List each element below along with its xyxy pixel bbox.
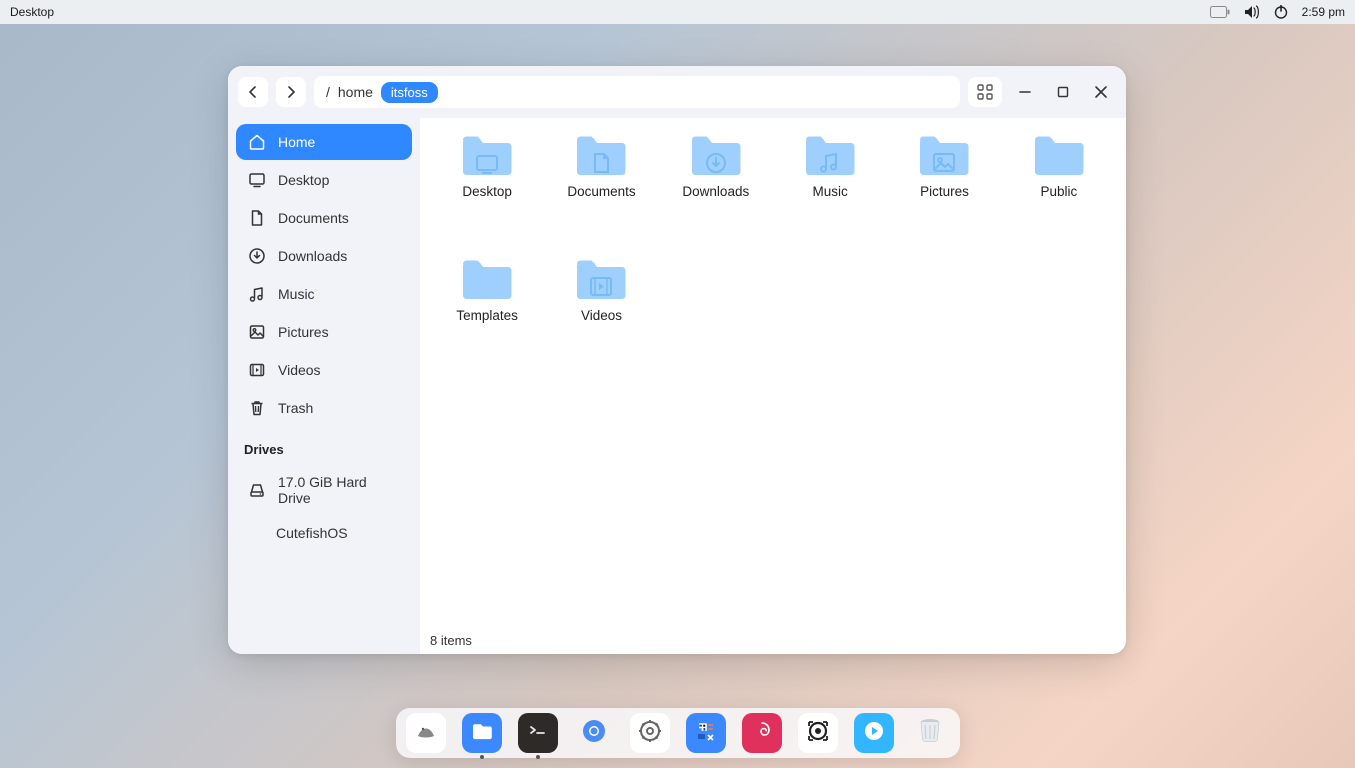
sidebar-item-desktop[interactable]: Desktop bbox=[236, 162, 412, 198]
folder-icon bbox=[459, 256, 515, 302]
dock-video-player[interactable] bbox=[854, 713, 894, 753]
folder-icon bbox=[573, 256, 629, 302]
folder-templates[interactable]: Templates bbox=[432, 256, 542, 376]
folder-videos[interactable]: Videos bbox=[546, 256, 656, 376]
maximize-button[interactable] bbox=[1048, 77, 1078, 107]
topbar-app-label: Desktop bbox=[10, 5, 54, 19]
drive-item[interactable]: 17.0 GiB Hard Drive bbox=[236, 465, 412, 515]
trash-icon bbox=[917, 716, 943, 751]
video-icon bbox=[248, 361, 266, 379]
view-mode-button[interactable] bbox=[968, 77, 1002, 107]
launcher-icon bbox=[413, 718, 439, 749]
folder-desktop[interactable]: Desktop bbox=[432, 132, 542, 252]
sidebar-item-documents[interactable]: Documents bbox=[236, 200, 412, 236]
folder-documents[interactable]: Documents bbox=[546, 132, 656, 252]
clock[interactable]: 2:59 pm bbox=[1302, 5, 1345, 19]
crumb-root[interactable]: / bbox=[326, 84, 330, 100]
sidebar-item-label: Music bbox=[278, 286, 315, 302]
folder-icon bbox=[802, 132, 858, 178]
sidebar-item-label: Desktop bbox=[278, 172, 329, 188]
dock-trash[interactable] bbox=[910, 713, 950, 753]
sidebar-item-label: Documents bbox=[278, 210, 349, 226]
folder-label: Desktop bbox=[462, 184, 512, 199]
disk-icon bbox=[248, 481, 266, 499]
sidebar-item-label: Pictures bbox=[278, 324, 329, 340]
doc-icon bbox=[248, 209, 266, 227]
monitor-icon bbox=[248, 171, 266, 189]
sidebar-item-music[interactable]: Music bbox=[236, 276, 412, 312]
home-icon bbox=[248, 133, 266, 151]
content-area: Desktop Documents Downloads Music Pictur… bbox=[420, 118, 1126, 654]
dock-screenshot[interactable] bbox=[798, 713, 838, 753]
drive-sub-item[interactable]: CutefishOS bbox=[236, 517, 412, 549]
folder-label: Documents bbox=[567, 184, 635, 199]
sidebar-item-downloads[interactable]: Downloads bbox=[236, 238, 412, 274]
video-player-icon bbox=[863, 720, 885, 747]
screenshot-icon bbox=[805, 718, 831, 749]
sidebar-item-videos[interactable]: Videos bbox=[236, 352, 412, 388]
folder-icon bbox=[916, 132, 972, 178]
desktop[interactable]: Desktop 2:59 pm / home bbox=[0, 0, 1355, 768]
music-icon bbox=[248, 285, 266, 303]
dock-calculator[interactable] bbox=[686, 713, 726, 753]
dock-debian[interactable] bbox=[742, 713, 782, 753]
volume-icon[interactable] bbox=[1244, 5, 1260, 19]
trash-icon bbox=[248, 399, 266, 417]
back-button[interactable] bbox=[238, 77, 268, 107]
folder-icon bbox=[573, 132, 629, 178]
folder-pictures[interactable]: Pictures bbox=[889, 132, 999, 252]
status-text: 8 items bbox=[430, 633, 472, 648]
minimize-button[interactable] bbox=[1010, 77, 1040, 107]
folder-label: Videos bbox=[581, 308, 622, 323]
topbar: Desktop 2:59 pm bbox=[0, 0, 1355, 24]
dock-terminal[interactable] bbox=[518, 713, 558, 753]
picture-icon bbox=[248, 323, 266, 341]
folder-label: Public bbox=[1040, 184, 1077, 199]
folder-public[interactable]: Public bbox=[1004, 132, 1114, 252]
sidebar-item-label: Trash bbox=[278, 400, 313, 416]
sidebar-item-label: Downloads bbox=[278, 248, 347, 264]
folder-icon bbox=[688, 132, 744, 178]
folder-music[interactable]: Music bbox=[775, 132, 885, 252]
dock-settings[interactable] bbox=[630, 713, 670, 753]
folder-grid[interactable]: Desktop Documents Downloads Music Pictur… bbox=[420, 118, 1126, 626]
crumb-home[interactable]: home bbox=[338, 84, 373, 100]
settings-icon bbox=[636, 717, 664, 750]
dock-browser[interactable] bbox=[574, 713, 614, 753]
folder-label: Music bbox=[813, 184, 848, 199]
folder-downloads[interactable]: Downloads bbox=[661, 132, 771, 252]
close-button[interactable] bbox=[1086, 77, 1116, 107]
battery-icon[interactable] bbox=[1210, 6, 1230, 18]
dock-launcher[interactable] bbox=[406, 713, 446, 753]
sidebar: Home Desktop Documents Downloads Music Pictur… bbox=[228, 118, 420, 654]
file-manager-window: / home itsfoss Home Desktop Documents Downl… bbox=[228, 66, 1126, 654]
debian-icon bbox=[751, 720, 773, 747]
folder-label: Templates bbox=[456, 308, 518, 323]
sidebar-item-trash[interactable]: Trash bbox=[236, 390, 412, 426]
status-bar: 8 items bbox=[420, 626, 1126, 654]
dock-files[interactable] bbox=[462, 713, 502, 753]
browser-icon bbox=[579, 716, 609, 751]
drive-label: 17.0 GiB Hard Drive bbox=[278, 474, 400, 506]
breadcrumb[interactable]: / home itsfoss bbox=[314, 76, 960, 108]
power-icon[interactable] bbox=[1274, 5, 1288, 19]
crumb-current[interactable]: itsfoss bbox=[381, 82, 438, 103]
calculator-icon bbox=[694, 719, 718, 748]
terminal-icon bbox=[526, 719, 550, 748]
drives-header: Drives bbox=[236, 428, 412, 463]
folder-icon bbox=[459, 132, 515, 178]
forward-button[interactable] bbox=[276, 77, 306, 107]
dock bbox=[396, 708, 960, 758]
titlebar: / home itsfoss bbox=[228, 66, 1126, 118]
folder-icon bbox=[1031, 132, 1087, 178]
sidebar-item-home[interactable]: Home bbox=[236, 124, 412, 160]
folder-label: Pictures bbox=[920, 184, 969, 199]
download-icon bbox=[248, 247, 266, 265]
sidebar-item-label: Videos bbox=[278, 362, 321, 378]
files-icon bbox=[469, 718, 495, 749]
sidebar-item-label: Home bbox=[278, 134, 315, 150]
sidebar-item-pictures[interactable]: Pictures bbox=[236, 314, 412, 350]
folder-label: Downloads bbox=[682, 184, 749, 199]
